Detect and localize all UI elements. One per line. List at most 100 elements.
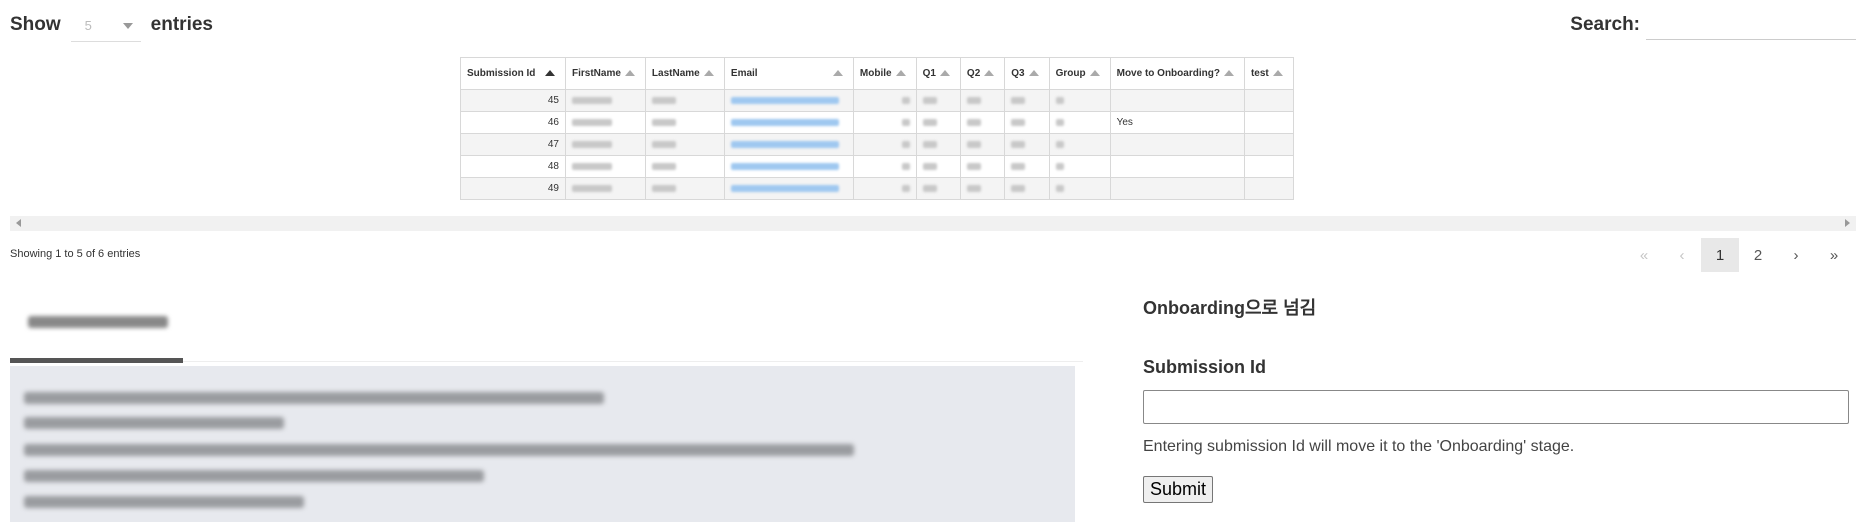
cell-lastname [644, 89, 725, 112]
sort-icon [1223, 70, 1234, 76]
chevron-down-icon [122, 22, 133, 29]
cell-email [723, 111, 854, 134]
cell-test [1243, 155, 1294, 178]
search-label: Search: [1570, 14, 1640, 35]
table-row[interactable]: 48 [460, 155, 1294, 178]
cell-q2 [959, 111, 1006, 134]
cell-firstname [565, 177, 646, 200]
sort-icon [895, 70, 906, 76]
search-input[interactable] [1646, 10, 1856, 40]
col-group[interactable]: Group [1048, 57, 1111, 90]
cell-test [1243, 177, 1294, 200]
cell-group [1048, 89, 1111, 112]
length-menu: Show 5 entries [10, 8, 213, 42]
arrow-left-icon[interactable] [16, 219, 21, 227]
cell-q2 [959, 155, 1006, 178]
col-lastname[interactable]: LastName [644, 57, 725, 90]
col-q3[interactable]: Q3 [1004, 57, 1050, 90]
cell-mobile [852, 89, 917, 112]
cell-q1 [915, 177, 961, 200]
table-header-row: Submission Id FirstName LastName Email M… [460, 57, 1294, 90]
cell-firstname [565, 155, 646, 178]
cell-test [1243, 111, 1294, 134]
cell-q1 [915, 111, 961, 134]
help-text: Entering submission Id will move it to t… [1143, 438, 1575, 455]
col-email[interactable]: Email [723, 57, 854, 90]
submissions-table: Submission Id FirstName LastName Email M… [460, 57, 1294, 200]
cell-submission-id: 48 [460, 155, 566, 178]
cell-q3 [1004, 155, 1050, 178]
submission-id-input[interactable] [1143, 390, 1849, 424]
cell-group [1048, 177, 1111, 200]
cell-mobile [852, 133, 917, 156]
page-button-1[interactable]: 1 [1701, 238, 1739, 272]
entries-select[interactable]: 5 [70, 9, 141, 42]
cell-q2 [959, 89, 1006, 112]
page-button-2[interactable]: 2 [1739, 238, 1777, 272]
cell-group [1048, 111, 1111, 134]
cell-q2 [959, 133, 1006, 156]
redacted-notes-panel [10, 366, 1075, 522]
table-row[interactable]: 46 Yes [460, 111, 1294, 134]
cell-mobile [852, 111, 917, 134]
sort-icon [1272, 70, 1283, 76]
sort-icon [1089, 70, 1100, 76]
cell-email [723, 89, 854, 112]
cell-mobile [852, 155, 917, 178]
cell-group [1048, 155, 1111, 178]
table-row[interactable]: 45 [460, 89, 1294, 112]
cell-email [723, 177, 854, 200]
pagination: « ‹ 1 2 › » [1625, 238, 1853, 272]
cell-submission-id: 46 [460, 111, 566, 134]
cell-firstname [565, 89, 646, 112]
section-underline [10, 358, 1083, 363]
sort-icon [832, 70, 843, 76]
search-box: Search: [1570, 8, 1856, 42]
col-test[interactable]: test [1243, 57, 1294, 90]
submit-button[interactable]: Submit [1143, 476, 1214, 503]
entries-label: entries [150, 14, 213, 35]
cell-mobile [852, 177, 917, 200]
cell-firstname [565, 133, 646, 156]
cell-email [723, 133, 854, 156]
sort-icon [624, 70, 635, 76]
cell-lastname [644, 111, 725, 134]
cell-move-to-onboarding: Yes [1109, 111, 1245, 134]
col-firstname[interactable]: FirstName [565, 57, 646, 90]
cell-lastname [644, 155, 725, 178]
table-row[interactable]: 49 [460, 177, 1294, 200]
first-page-button[interactable]: « [1625, 238, 1663, 272]
cell-q1 [915, 89, 961, 112]
cell-q1 [915, 155, 961, 178]
cell-q3 [1004, 89, 1050, 112]
col-q1[interactable]: Q1 [915, 57, 961, 90]
previous-page-button[interactable]: ‹ [1663, 238, 1701, 272]
onboarding-form: Onboarding으로 넘김 Submission Id Entering s… [1143, 294, 1855, 503]
cell-move-to-onboarding [1109, 177, 1245, 200]
table-info: Showing 1 to 5 of 6 entries [10, 248, 141, 260]
cell-submission-id: 49 [460, 177, 566, 200]
cell-q1 [915, 133, 961, 156]
next-page-button[interactable]: › [1777, 238, 1815, 272]
arrow-right-icon[interactable] [1845, 219, 1850, 227]
col-submission-id[interactable]: Submission Id [460, 57, 566, 90]
cell-move-to-onboarding [1109, 155, 1245, 178]
cell-test [1243, 133, 1294, 156]
cell-submission-id: 47 [460, 133, 566, 156]
cell-q3 [1004, 177, 1050, 200]
cell-q3 [1004, 133, 1050, 156]
sort-asc-icon [545, 70, 555, 76]
cell-move-to-onboarding [1109, 133, 1245, 156]
horizontal-scrollbar[interactable] [10, 216, 1856, 231]
cell-test [1243, 89, 1294, 112]
sort-icon [1028, 70, 1039, 76]
cell-q2 [959, 177, 1006, 200]
table-row[interactable]: 47 [460, 133, 1294, 156]
cell-lastname [644, 133, 725, 156]
last-page-button[interactable]: » [1815, 238, 1853, 272]
col-q2[interactable]: Q2 [959, 57, 1006, 90]
col-mobile[interactable]: Mobile [852, 57, 917, 90]
sort-icon [939, 70, 950, 76]
col-move-to-onboarding[interactable]: Move to Onboarding? [1109, 57, 1245, 90]
cell-move-to-onboarding [1109, 89, 1245, 112]
